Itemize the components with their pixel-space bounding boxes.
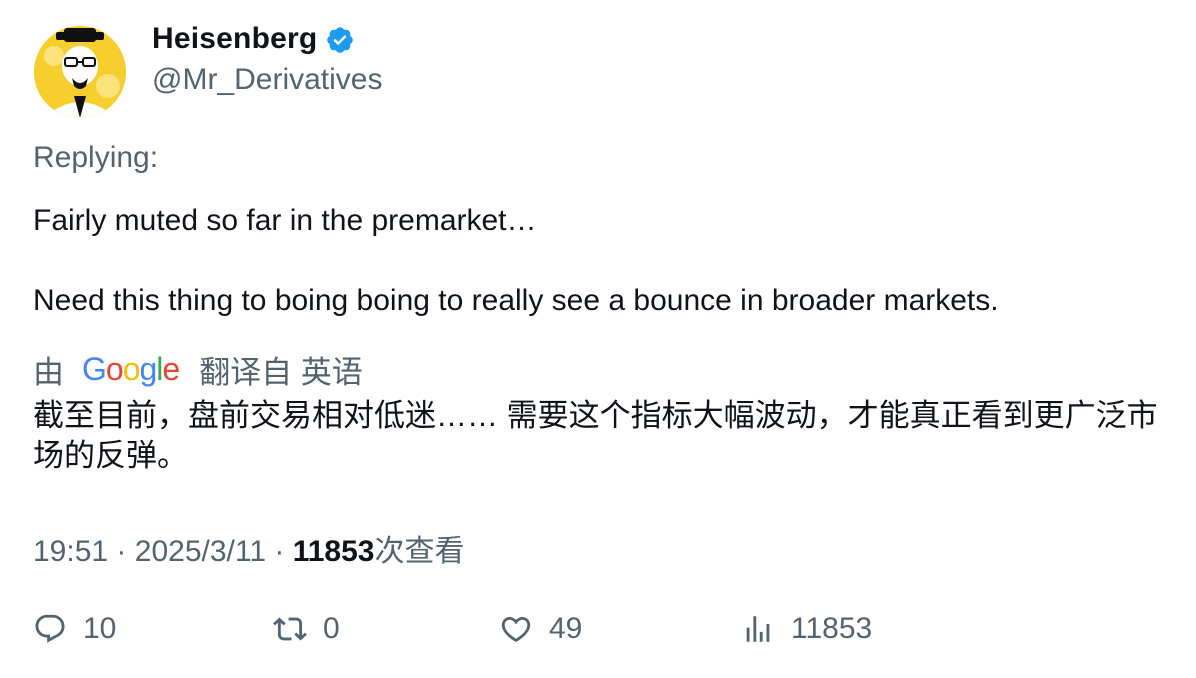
retweet-count: 0 <box>323 612 340 645</box>
reply-button[interactable]: 10 <box>33 612 116 646</box>
views-button[interactable]: 11853 <box>741 612 872 646</box>
reply-count: 10 <box>83 612 117 645</box>
heisenberg-avatar-image <box>34 26 126 118</box>
author-name-row: Heisenberg <box>152 22 355 56</box>
tweet-text-line-1: Fairly muted so far in the premarket… <box>33 204 537 237</box>
like-button[interactable]: 49 <box>499 612 582 646</box>
retweet-button[interactable]: 0 <box>273 612 340 646</box>
action-bar: 10 0 49 11853 <box>0 612 1196 652</box>
translation-attribution: 由 Google 翻译自 英语 <box>33 347 363 392</box>
google-logo: Google <box>82 351 180 387</box>
tweet-meta: 19:51 · 2025/3/11 · 11853次查看 <box>33 526 464 570</box>
translated-from-label[interactable]: 翻译自 英语 <box>199 347 363 392</box>
reply-icon <box>35 614 65 643</box>
views-count: 11853 <box>292 535 375 568</box>
avatar[interactable] <box>34 26 126 118</box>
views-label: 次查看 <box>374 535 465 568</box>
replying-label: Replying: <box>33 141 159 174</box>
views-icon <box>746 616 770 642</box>
meta-separator: · <box>274 535 285 568</box>
tweet-time[interactable]: 19:51 <box>33 535 108 568</box>
like-count: 49 <box>549 612 583 645</box>
translated-text: 截至目前，盘前交易相对低迷…… 需要这个指标大幅波动，才能真正看到更广泛市场的反… <box>33 398 1158 473</box>
like-icon <box>501 616 531 642</box>
tweet-date[interactable]: 2025/3/11 <box>135 535 266 568</box>
retweet-icon <box>273 617 307 641</box>
translated-by-label: 由 <box>33 355 64 390</box>
meta-separator: · <box>116 535 127 568</box>
author-name[interactable]: Heisenberg <box>152 22 317 56</box>
author-handle[interactable]: @Mr_Derivatives <box>152 63 383 97</box>
views-action-count: 11853 <box>791 612 873 645</box>
tweet-text-line-2: Need this thing to boing boing to really… <box>33 284 999 317</box>
verified-badge-icon <box>327 27 354 53</box>
